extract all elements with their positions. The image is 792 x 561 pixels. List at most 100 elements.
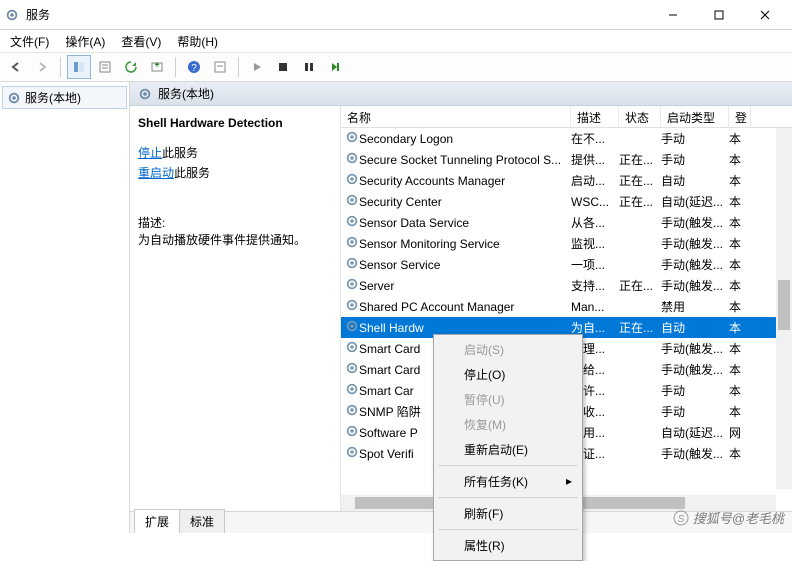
tab-extended[interactable]: 扩展 (134, 509, 180, 533)
service-row[interactable]: Security Accounts Manager启动...正在...自动本 (341, 170, 792, 191)
col-desc[interactable]: 描述 (571, 106, 619, 127)
service-startup: 手动(触发... (661, 340, 729, 357)
service-logon: 本 (729, 277, 751, 294)
forward-button[interactable] (30, 55, 54, 79)
service-startup: 自动 (661, 172, 729, 189)
ctx-all-tasks[interactable]: 所有任务(K)▸ (436, 469, 580, 494)
menu-help[interactable]: 帮助(H) (171, 31, 224, 52)
service-row[interactable]: Secure Socket Tunneling Protocol S...提供.… (341, 149, 792, 170)
stop-service-button[interactable] (271, 55, 295, 79)
stop-link[interactable]: 停止 (138, 146, 162, 160)
context-menu: 启动(S) 停止(O) 暂停(U) 恢复(M) 重新启动(E) 所有任务(K)▸… (433, 334, 583, 561)
service-row[interactable]: Server支持...正在...手动(触发...本 (341, 275, 792, 296)
close-button[interactable] (742, 0, 788, 30)
col-name[interactable]: 名称 (341, 106, 571, 127)
right-header: 服务(本地) (130, 82, 792, 106)
service-row[interactable]: Shared PC Account ManagerMan...禁用本 (341, 296, 792, 317)
service-startup: 手动(触发... (661, 445, 729, 462)
service-logon: 本 (729, 403, 751, 420)
service-desc: WSC... (571, 195, 619, 209)
service-startup: 自动(延迟... (661, 424, 729, 441)
service-row[interactable]: Sensor Data Service从各...手动(触发...本 (341, 212, 792, 233)
gear-icon (341, 424, 359, 441)
minimize-button[interactable] (650, 0, 696, 30)
refresh-button[interactable] (119, 55, 143, 79)
tree-pane: 服务(本地) (0, 82, 130, 533)
service-startup: 自动(延迟... (661, 193, 729, 210)
service-status: 正在... (619, 172, 661, 189)
col-startup[interactable]: 启动类型 (661, 106, 729, 127)
service-name: Security Accounts Manager (359, 174, 571, 188)
service-startup: 手动 (661, 151, 729, 168)
service-startup: 手动 (661, 403, 729, 420)
gear-icon (341, 340, 359, 357)
service-row[interactable]: Sensor Service一项...手动(触发...本 (341, 254, 792, 275)
pause-service-button[interactable] (297, 55, 321, 79)
service-row[interactable]: Secondary Logon在不...手动本 (341, 128, 792, 149)
service-logon: 本 (729, 445, 751, 462)
gear-icon (341, 193, 359, 210)
service-status: 正在... (619, 277, 661, 294)
right-header-label: 服务(本地) (158, 85, 214, 102)
service-desc: 提供... (571, 151, 619, 168)
titlebar: 服务 (0, 0, 792, 30)
col-logon[interactable]: 登 (729, 106, 751, 127)
ctx-resume: 恢复(M) (436, 412, 580, 437)
restart-link[interactable]: 重启动 (138, 166, 174, 180)
detail-pane: Shell Hardware Detection 停止此服务 重启动此服务 描述… (130, 106, 340, 511)
service-desc: 启动... (571, 172, 619, 189)
service-row[interactable]: Security CenterWSC...正在...自动(延迟...本 (341, 191, 792, 212)
tree-node-label: 服务(本地) (25, 89, 81, 106)
service-logon: 本 (729, 361, 751, 378)
service-logon: 本 (729, 193, 751, 210)
menu-file[interactable]: 文件(F) (4, 31, 55, 52)
scrollbar-thumb[interactable] (778, 280, 790, 330)
tab-standard[interactable]: 标准 (179, 509, 225, 533)
watermark: S 搜狐号@老毛桃 (673, 508, 784, 527)
svg-text:?: ? (191, 63, 197, 74)
service-logon: 本 (729, 151, 751, 168)
ctx-start: 启动(S) (436, 337, 580, 362)
gear-icon (7, 91, 21, 105)
menu-action[interactable]: 操作(A) (59, 31, 111, 52)
start-service-button[interactable] (245, 55, 269, 79)
ctx-stop[interactable]: 停止(O) (436, 362, 580, 387)
service-startup: 手动(触发... (661, 235, 729, 252)
service-desc: 一项... (571, 256, 619, 273)
ctx-properties[interactable]: 属性(R) (436, 533, 580, 558)
gear-icon (341, 214, 359, 231)
service-desc: 监视... (571, 235, 619, 252)
service-name: Shared PC Account Manager (359, 300, 571, 314)
service-name: Security Center (359, 195, 571, 209)
service-startup: 禁用 (661, 298, 729, 315)
tree-node-services-local[interactable]: 服务(本地) (2, 86, 127, 109)
service-startup: 手动 (661, 382, 729, 399)
back-button[interactable] (4, 55, 28, 79)
service-row[interactable]: Sensor Monitoring Service监视...手动(触发...本 (341, 233, 792, 254)
show-hide-tree-button[interactable] (67, 55, 91, 79)
vertical-scrollbar[interactable] (776, 128, 792, 489)
service-desc: 在不... (571, 130, 619, 147)
service-startup: 自动 (661, 319, 729, 336)
col-status[interactable]: 状态 (619, 106, 661, 127)
ctx-restart[interactable]: 重新启动(E) (436, 437, 580, 462)
service-name: Sensor Data Service (359, 216, 571, 230)
action-button[interactable] (208, 55, 232, 79)
window-title: 服务 (26, 6, 650, 23)
properties-button[interactable] (93, 55, 117, 79)
service-name: Sensor Service (359, 258, 571, 272)
help-button[interactable]: ? (182, 55, 206, 79)
service-status: 正在... (619, 319, 661, 336)
sohu-icon: S (673, 510, 689, 526)
maximize-button[interactable] (696, 0, 742, 30)
menu-view[interactable]: 查看(V) (115, 31, 167, 52)
service-desc: 支持... (571, 277, 619, 294)
service-logon: 网 (729, 424, 751, 441)
service-startup: 手动 (661, 130, 729, 147)
export-button[interactable] (145, 55, 169, 79)
service-name: Sensor Monitoring Service (359, 237, 571, 251)
ctx-refresh[interactable]: 刷新(F) (436, 501, 580, 526)
service-logon: 本 (729, 130, 751, 147)
restart-service-button[interactable] (323, 55, 347, 79)
service-startup: 手动(触发... (661, 361, 729, 378)
